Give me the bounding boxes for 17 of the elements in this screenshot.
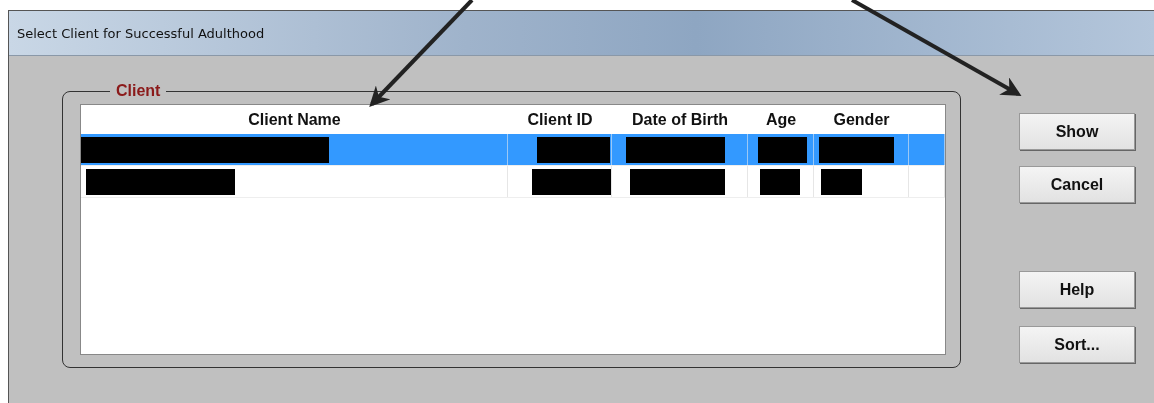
redaction-bar [821,168,862,195]
client-list[interactable]: Client Name Client ID Date of Birth Age Gender [80,104,946,355]
group-label: Client [115,82,162,100]
dialog-button[interactable]: Sort... [1019,326,1135,363]
dialog-button[interactable]: Show [1019,113,1135,150]
redaction-bar [760,168,800,195]
column-header[interactable]: Date of Birth [612,105,748,134]
window-title: Select Client for Successful Adulthood [17,25,265,41]
dialog-button[interactable]: Cancel [1019,166,1135,203]
column-header[interactable]: Client ID [508,105,612,134]
table-row[interactable] [81,134,945,166]
dialog-button[interactable]: Help [1019,271,1135,308]
table-row[interactable] [81,166,945,198]
column-header[interactable]: Gender [814,105,909,134]
column-header[interactable]: Age [748,105,814,134]
redaction-bar [758,136,807,163]
column-header[interactable]: Client Name [81,105,508,134]
